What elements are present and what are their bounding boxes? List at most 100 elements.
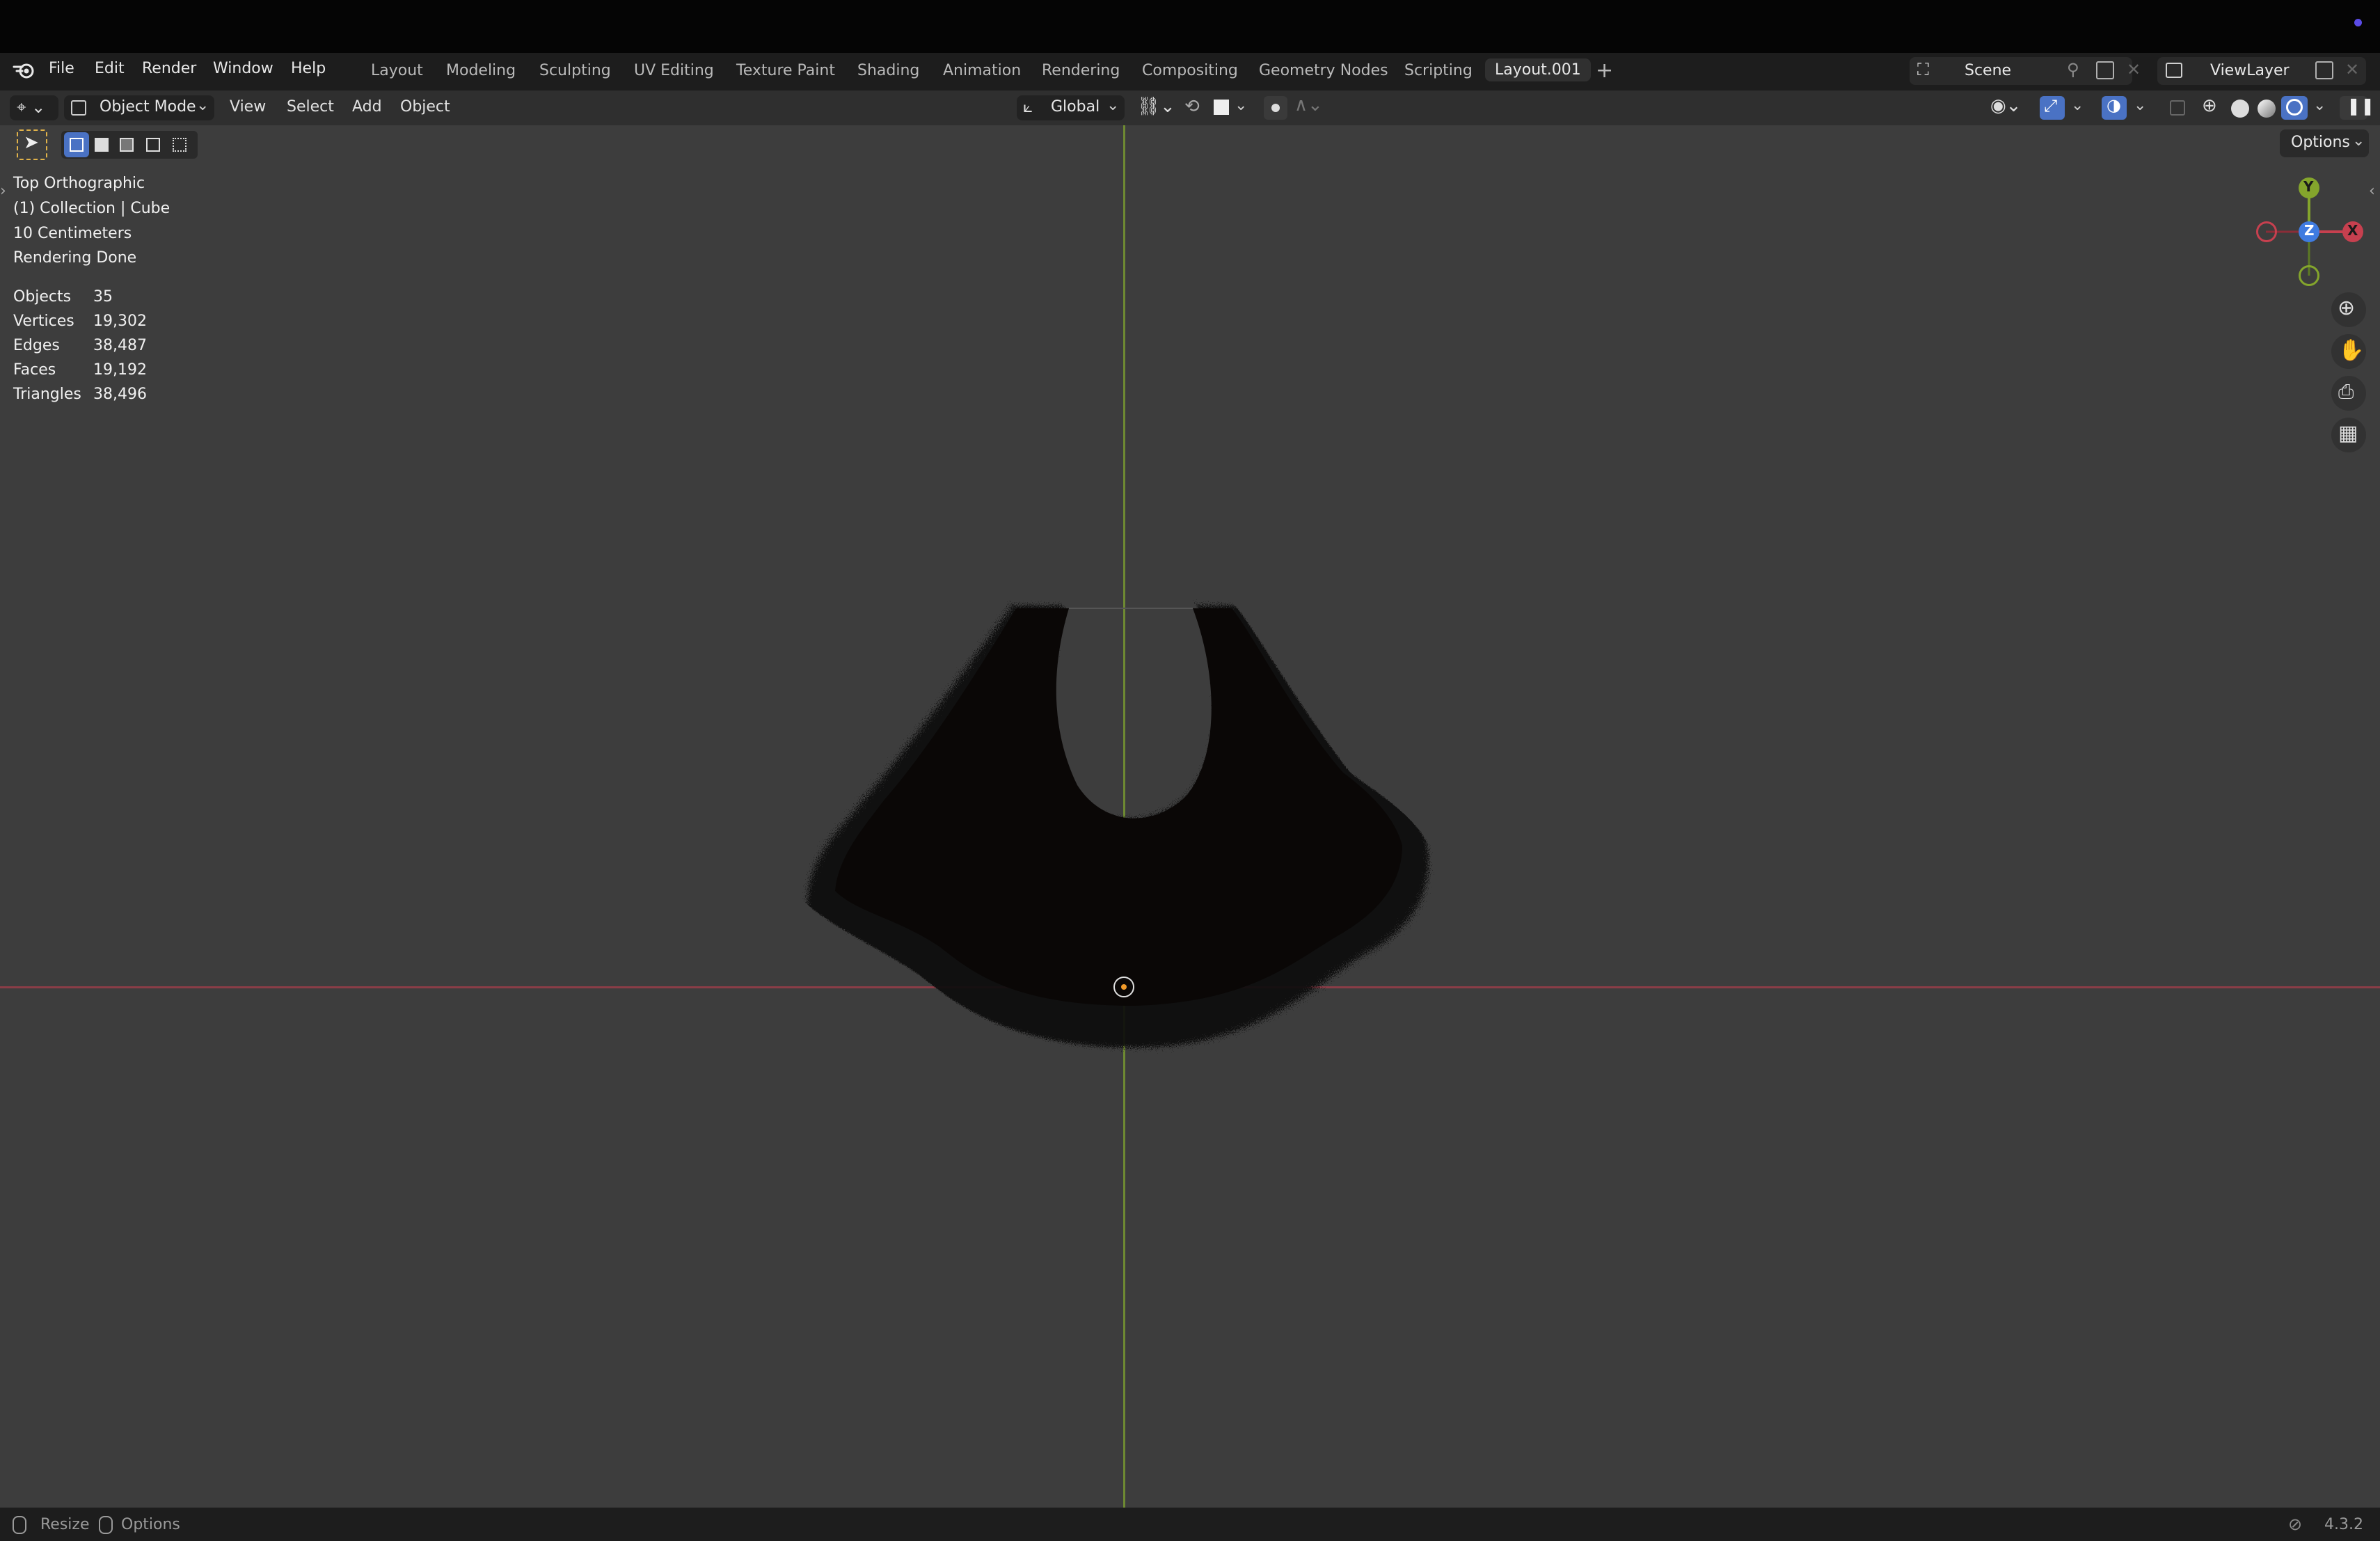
fur-collar-object[interactable]	[765, 585, 1503, 1058]
stat-label: Edges	[13, 337, 60, 354]
view-name: Top Orthographic	[13, 175, 145, 192]
menu-object[interactable]: Object	[400, 98, 450, 116]
gizmo-neg-x-axis[interactable]	[2256, 221, 2277, 242]
view-layer-name[interactable]: ViewLayer	[2210, 62, 2290, 79]
tab-animation[interactable]: Animation	[943, 62, 1021, 79]
tab-texture-paint[interactable]: Texture Paint	[736, 62, 835, 79]
menu-window[interactable]: Window	[213, 60, 273, 77]
tab-layout-001[interactable]: Layout.001	[1485, 58, 1591, 81]
orientation-icon: ⟀	[1023, 97, 1033, 116]
chevron-down-icon: ⌄	[1106, 97, 1120, 114]
proportional-editing-icon	[1271, 104, 1280, 112]
status-resize: Resize	[40, 1516, 90, 1533]
gizmo-icon: ⤢	[2044, 96, 2058, 116]
collection-label: (1) Collection | Cube	[13, 200, 170, 217]
version-label: 4.3.2	[2324, 1516, 2363, 1533]
remove-view-layer-icon[interactable]: ✕	[2345, 60, 2359, 79]
object-mode-icon	[71, 100, 86, 116]
tab-compositing[interactable]: Compositing	[1142, 62, 1238, 79]
menu-edit[interactable]: Edit	[95, 60, 125, 77]
add-workspace-icon[interactable]: +	[1596, 58, 1613, 83]
grid-scale-label: 10 Centimeters	[13, 225, 132, 242]
chevron-down-icon[interactable]: ⌄	[2071, 97, 2084, 114]
stat-value: 19,192	[93, 361, 147, 379]
chevron-down-icon[interactable]: ⌄	[2313, 97, 2326, 114]
stat-value: 19,302	[93, 313, 147, 330]
menu-render[interactable]: Render	[142, 60, 196, 77]
options-label: Options	[2291, 134, 2350, 151]
orientation-label: Global	[1051, 98, 1100, 116]
chevron-down-icon: ⌄	[196, 97, 209, 114]
chevron-down-icon[interactable]: ⌄	[2134, 97, 2146, 114]
chevron-down-icon[interactable]: ⌄	[1235, 97, 1247, 114]
tab-scripting[interactable]: Scripting	[1404, 62, 1473, 79]
tab-rendering[interactable]: Rendering	[1042, 62, 1120, 79]
tab-modeling[interactable]: Modeling	[446, 62, 516, 79]
select-extend-icon[interactable]	[95, 138, 109, 152]
material-shading-icon[interactable]	[2258, 100, 2276, 118]
grid-icon: ▦	[2338, 421, 2358, 445]
tab-geometry-nodes[interactable]: Geometry Nodes	[1259, 62, 1388, 79]
gizmo-neg-y-axis[interactable]	[2299, 265, 2319, 286]
stat-value: 38,487	[93, 337, 147, 354]
rendered-shading-icon	[2286, 99, 2303, 116]
tab-sculpting[interactable]: Sculpting	[539, 62, 611, 79]
wireframe-shading-icon[interactable]: ⊕	[2202, 95, 2217, 116]
blender-logo-icon[interactable]	[13, 61, 36, 79]
toolbar-toggle-icon[interactable]: ›	[0, 182, 6, 200]
pivot-point-icon[interactable]: ⛓⌄	[1137, 96, 1175, 117]
tab-shading[interactable]: Shading	[857, 62, 919, 79]
gizmo-y-label: Y	[2303, 178, 2314, 195]
stat-label: Triangles	[13, 386, 81, 403]
menu-add[interactable]: Add	[352, 98, 382, 116]
tab-layout[interactable]: Layout	[371, 62, 423, 79]
stat-label: Vertices	[13, 313, 74, 330]
gizmo-x-label: X	[2347, 222, 2358, 239]
mouse-right-icon	[99, 1516, 113, 1534]
scene-name[interactable]: Scene	[1965, 62, 2011, 79]
new-view-layer-icon[interactable]	[2315, 61, 2333, 79]
menu-select[interactable]: Select	[287, 98, 334, 116]
new-scene-icon[interactable]	[2096, 61, 2114, 79]
camera-icon: ⎙	[2338, 380, 2354, 403]
remove-scene-icon[interactable]: ✕	[2127, 60, 2141, 79]
network-off-icon: ⊘	[2288, 1515, 2303, 1534]
pin-icon[interactable]: ⚲	[2067, 60, 2079, 79]
menu-help[interactable]: Help	[291, 60, 326, 77]
mode-label: Object Mode	[100, 98, 196, 116]
cursor-icon: ➤	[24, 132, 39, 153]
menu-file[interactable]: File	[49, 60, 74, 77]
stat-label: Objects	[13, 288, 72, 306]
stat-value: 35	[93, 288, 113, 306]
pause-icon: ❚❚	[2347, 96, 2375, 116]
overlays-icon: ◑	[2107, 95, 2121, 115]
chevron-down-icon: ⌄	[2352, 132, 2365, 150]
view-layer-icon	[2166, 63, 2182, 78]
falloff-icon[interactable]: ∧⌄	[1294, 95, 1323, 116]
snap-target-icon[interactable]	[1214, 100, 1229, 115]
mouse-left-icon	[13, 1516, 26, 1534]
select-new-icon	[70, 138, 84, 152]
menu-view[interactable]: View	[230, 98, 266, 116]
stat-value: 38,496	[93, 386, 147, 403]
xray-icon[interactable]	[2170, 100, 2185, 116]
snap-toggle-icon[interactable]: ⟲	[1184, 96, 1200, 117]
render-status: Rendering Done	[13, 249, 137, 267]
scene-icon: ⛶	[1917, 60, 1929, 79]
tab-uv-editing[interactable]: UV Editing	[634, 62, 714, 79]
object-origin-dot	[1121, 984, 1127, 990]
zoom-icon: ⊕	[2338, 296, 2356, 320]
hand-icon: ✋	[2338, 338, 2365, 363]
visibility-eye-icon[interactable]: ◉⌄	[1990, 95, 2021, 116]
select-intersect-icon[interactable]	[173, 138, 187, 152]
editor-type-icon: ⌖ ⌄	[17, 97, 46, 117]
notification-dot	[2354, 19, 2362, 26]
select-subtract-icon[interactable]	[120, 138, 134, 152]
solid-shading-icon[interactable]	[2231, 100, 2249, 118]
status-options: Options	[121, 1516, 180, 1533]
stat-label: Faces	[13, 361, 56, 379]
gizmo-z-label: Z	[2304, 222, 2315, 239]
window-title-bar	[0, 0, 2380, 53]
status-bar	[0, 1508, 2380, 1541]
select-invert-icon[interactable]	[146, 138, 160, 152]
